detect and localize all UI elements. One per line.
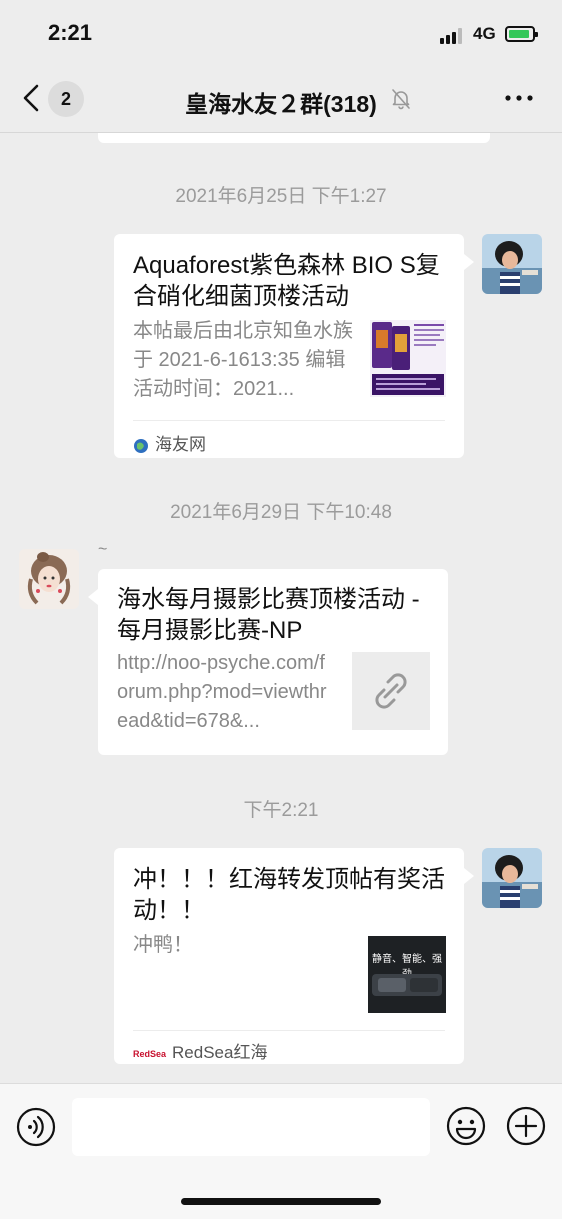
previous-message-card[interactable] (98, 133, 490, 143)
status-time: 2:21 (48, 20, 93, 45)
message-list[interactable]: 2021年6月25日 下午1:27 Aquaforest紫色森林 BIO S复合… (0, 133, 562, 1083)
message-timestamp: 下午2:21 (243, 800, 319, 821)
card-description: 冲鸭！ (133, 934, 193, 956)
card-title: Aquaforest紫色森林 BIO S复合硝化细菌顶楼活动 (133, 252, 440, 310)
card-source: 海友网 (133, 430, 206, 455)
sender-name: ~ (98, 541, 108, 558)
card-description: http://noo-psyche.com/forum.php?mod=view… (117, 652, 327, 732)
redsea-logo-icon: RedSea (133, 1048, 167, 1059)
card-thumbnail: 静音、智能、强劲 (368, 936, 446, 1013)
card-thumbnail (370, 320, 446, 397)
home-indicator[interactable] (181, 1198, 381, 1205)
mute-bell-icon (392, 89, 410, 110)
my-avatar[interactable] (482, 234, 542, 294)
card-source-label: 海友网 (155, 435, 206, 454)
status-bar: 2:21 4G (0, 0, 562, 68)
plus-icon[interactable] (506, 1106, 546, 1146)
chat-title: 皇海水友２群(318) (185, 91, 377, 117)
globe-icon (134, 438, 148, 453)
voice-input-icon[interactable] (16, 1107, 56, 1147)
card-title: 冲！！！红海转发顶帖有奖活动！！ (133, 866, 445, 924)
link-card-aquaforest[interactable]: Aquaforest紫色森林 BIO S复合硝化细菌顶楼活动 本帖最后由北京知鱼… (114, 234, 474, 458)
signal-icon (440, 26, 466, 44)
link-card-redsea[interactable]: 冲！！！红海转发顶帖有奖活动！！ 冲鸭！ 静音、智能、强劲 RedSeaRedS… (114, 848, 474, 1064)
input-bar (0, 1083, 562, 1219)
my-avatar[interactable] (482, 848, 542, 908)
link-card-photo-contest[interactable]: 海水每月摄影比赛顶楼活动 - 每月摄影比赛-NP http://noo-psyc… (88, 569, 448, 755)
message-timestamp: 2021年6月25日 下午1:27 (175, 186, 387, 207)
link-icon (375, 673, 407, 709)
card-source: RedSea RedSea红海 (133, 1038, 267, 1063)
more-options-icon[interactable] (503, 90, 535, 106)
chat-header: 2 皇海水友２群(318) (0, 68, 562, 133)
member-avatar[interactable] (19, 549, 79, 609)
link-thumbnail (352, 652, 430, 730)
card-description: 本帖最后由北京知鱼水族于 2021-6-1613:35 编辑活动时间：2021.… (133, 320, 353, 400)
network-label: 4G (473, 24, 496, 43)
card-title: 海水每月摄影比赛顶楼活动 - 每月摄影比赛-NP (117, 586, 420, 644)
emoji-icon[interactable] (446, 1106, 486, 1146)
battery-icon (505, 26, 538, 42)
message-timestamp: 2021年6月29日 下午10:48 (170, 502, 392, 523)
card-source-label: RedSea红海 (172, 1043, 268, 1062)
message-input[interactable] (72, 1098, 430, 1156)
